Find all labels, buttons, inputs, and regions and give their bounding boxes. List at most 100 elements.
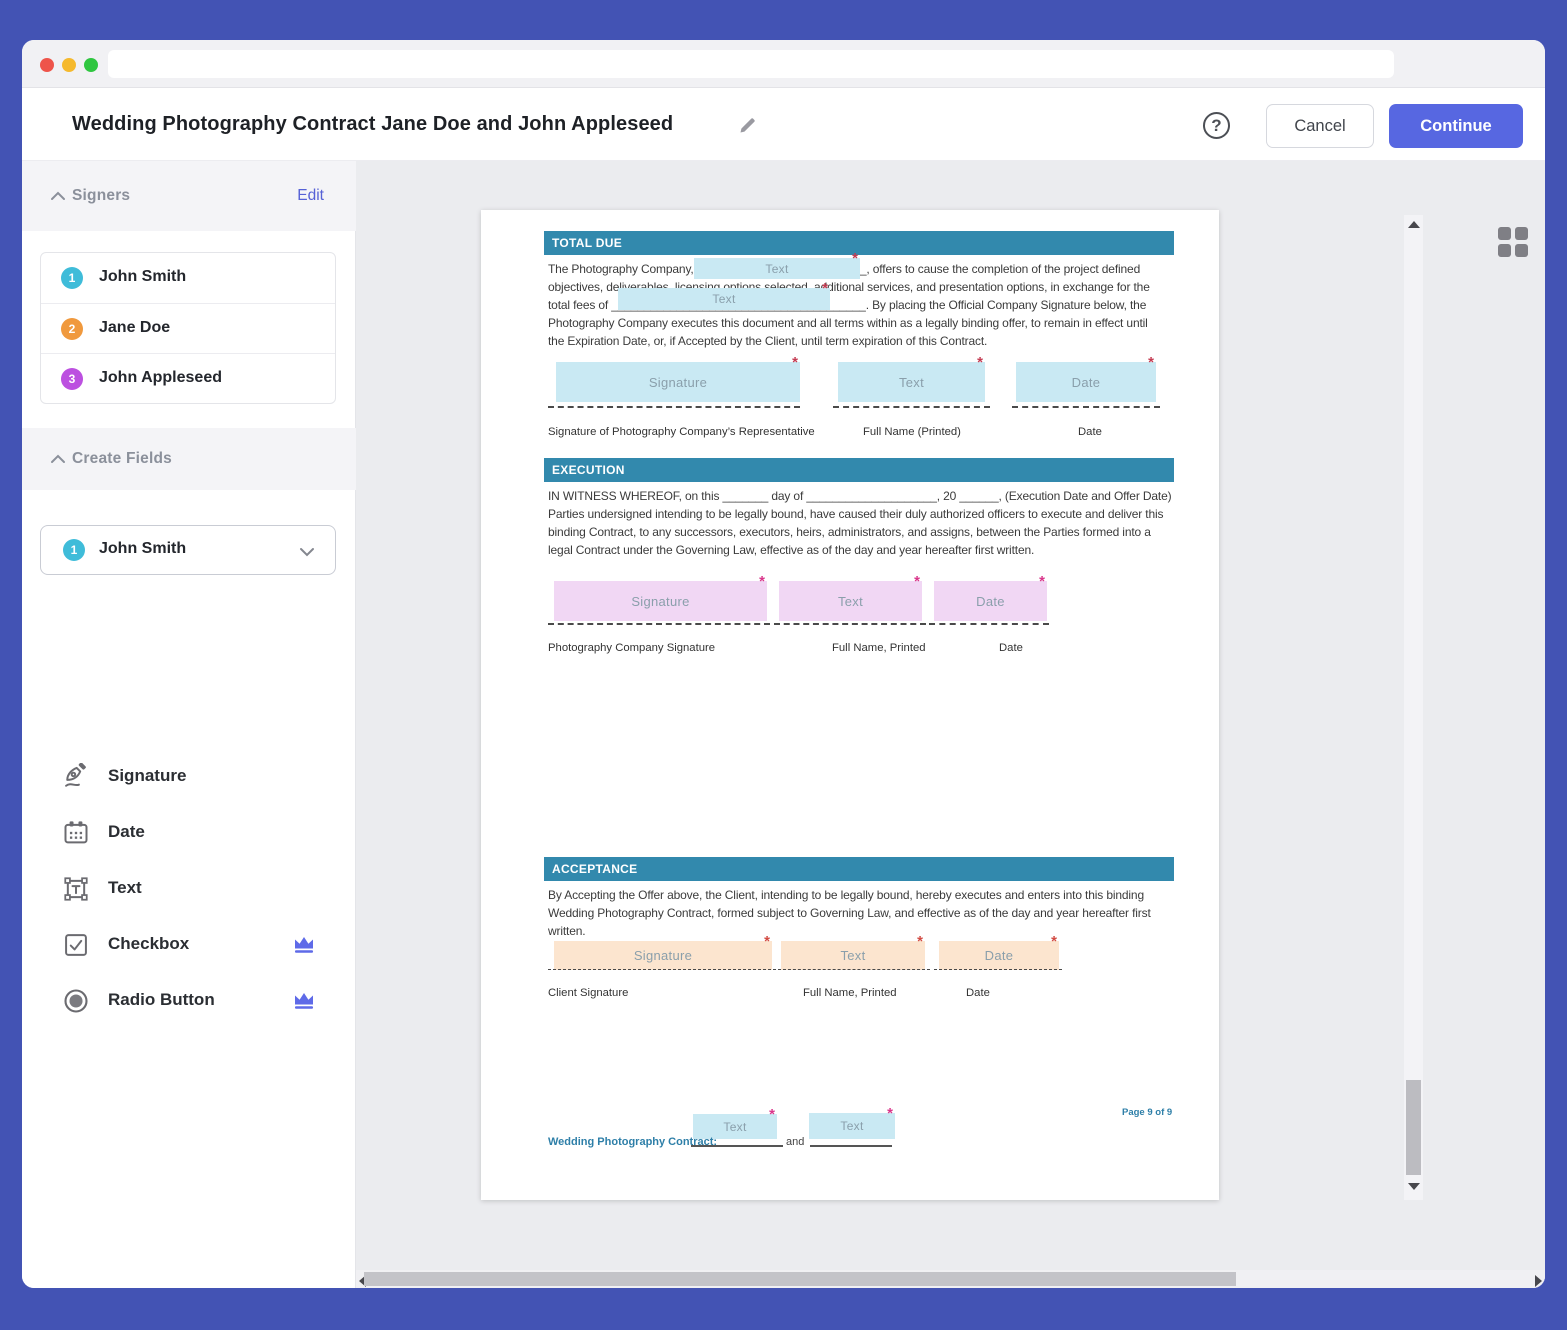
assignee-name: John Smith: [99, 540, 186, 558]
signer-name: John Appleseed: [99, 369, 222, 387]
scroll-up-arrow-icon[interactable]: [1408, 221, 1420, 228]
required-marker: *: [769, 1106, 775, 1123]
signature-line: [833, 406, 990, 408]
required-marker: *: [1039, 573, 1045, 590]
doc-text-line: The Photography Company, _______________…: [548, 262, 1188, 276]
chevron-up-icon: [50, 454, 66, 464]
signer-number-badge: 1: [63, 539, 85, 561]
premium-crown-icon: [292, 933, 316, 957]
scroll-right-arrow-icon[interactable]: [1535, 1275, 1542, 1287]
field-caption: Date: [999, 642, 1023, 654]
signature-field-client[interactable]: Signature *: [554, 941, 772, 970]
footer-blank-line: [691, 1145, 783, 1147]
field-type-signature[interactable]: Signature: [22, 755, 356, 799]
doc-text-line: By Accepting the Offer above, the Client…: [548, 888, 1188, 902]
field-type-label: Radio Button: [108, 990, 215, 1010]
required-marker: *: [822, 280, 828, 297]
thumbnail-view-icon[interactable]: [1498, 227, 1528, 257]
required-marker: *: [1051, 933, 1057, 950]
signer-name: Jane Doe: [99, 319, 170, 337]
signer-number-badge: 1: [61, 267, 83, 289]
premium-crown-icon: [292, 989, 316, 1013]
doc-text-line: binding Contract, to any successors, exe…: [548, 525, 1188, 539]
footer-and-label: and: [786, 1136, 804, 1148]
date-field-company[interactable]: Date *: [1016, 362, 1156, 402]
section-bar-total-due: TOTAL DUE: [544, 231, 1174, 255]
help-icon[interactable]: ?: [1203, 112, 1230, 139]
url-bar[interactable]: [108, 50, 1394, 78]
doc-text-line: Photography Company executes this docume…: [548, 316, 1188, 330]
minimize-window-icon[interactable]: [62, 58, 76, 72]
signature-pen-icon: [62, 763, 90, 791]
field-type-label: Checkbox: [108, 934, 189, 954]
field-type-label: Date: [108, 822, 145, 842]
text-frame-icon: [62, 875, 90, 903]
required-marker: *: [887, 1105, 893, 1122]
horizontal-scrollbar-thumb[interactable]: [364, 1272, 1236, 1286]
required-marker: *: [914, 573, 920, 590]
field-caption: Client Signature: [548, 987, 628, 999]
cancel-button[interactable]: Cancel: [1266, 104, 1374, 148]
field-type-radio-button[interactable]: Radio Button: [22, 979, 356, 1023]
vertical-scrollbar[interactable]: [1404, 215, 1423, 1200]
signer-row-jane-doe[interactable]: 2 Jane Doe: [41, 303, 335, 353]
doc-text-line: Parties undersigned intending to be lega…: [548, 507, 1188, 521]
assignee-dropdown[interactable]: 1 John Smith: [40, 525, 336, 575]
text-field-footer-2[interactable]: Text *: [809, 1113, 895, 1139]
field-type-text[interactable]: Text: [22, 867, 356, 911]
signer-row-john-appleseed[interactable]: 3 John Appleseed: [41, 353, 335, 403]
radio-button-icon: [62, 987, 90, 1015]
field-caption: Full Name (Printed): [863, 426, 961, 438]
signature-line: [1012, 406, 1160, 408]
date-field-client[interactable]: Date *: [939, 941, 1059, 970]
edit-title-pencil-icon[interactable]: [737, 115, 758, 136]
field-type-label: Text: [108, 878, 142, 898]
signers-list: 1 John Smith 2 Jane Doe 3 John Appleseed: [40, 252, 336, 404]
edit-signers-link[interactable]: Edit: [297, 187, 324, 205]
section-bar-acceptance: ACCEPTANCE: [544, 857, 1174, 881]
horizontal-scrollbar[interactable]: [356, 1270, 1545, 1288]
required-marker: *: [792, 354, 798, 371]
signature-line: [548, 623, 770, 625]
signature-line: [778, 969, 930, 970]
text-field-full-name-printed[interactable]: Text *: [838, 362, 985, 402]
page-title: Wedding Photography Contract Jane Doe an…: [72, 88, 673, 161]
chevron-up-icon: [50, 191, 66, 201]
required-marker: *: [759, 573, 765, 590]
continue-button[interactable]: Continue: [1389, 104, 1523, 148]
signature-field-company[interactable]: Signature *: [554, 581, 767, 621]
signature-line: [548, 406, 800, 408]
chevron-down-icon: [299, 547, 315, 557]
signer-number-badge: 3: [61, 368, 83, 390]
close-window-icon[interactable]: [40, 58, 54, 72]
text-field-total-fees[interactable]: Text *: [618, 288, 830, 310]
app-header: Wedding Photography Contract Jane Doe an…: [22, 88, 1545, 161]
section-title: TOTAL DUE: [552, 236, 622, 250]
scroll-down-arrow-icon[interactable]: [1408, 1183, 1420, 1190]
document-canvas: TOTAL DUE The Photography Company, _____…: [356, 161, 1545, 1288]
required-marker: *: [764, 933, 770, 950]
checkbox-icon: [62, 931, 90, 959]
text-field-full-name[interactable]: Text *: [779, 581, 922, 621]
field-type-date[interactable]: Date: [22, 811, 356, 855]
section-title: EXECUTION: [552, 463, 625, 477]
signer-row-john-smith[interactable]: 1 John Smith: [41, 253, 335, 303]
text-field-company-name[interactable]: Text *: [694, 258, 860, 279]
doc-text-line: IN WITNESS WHEREOF, on this _______ day …: [548, 489, 1188, 503]
section-title: ACCEPTANCE: [552, 862, 637, 876]
signature-field-company-rep[interactable]: Signature *: [556, 362, 800, 402]
field-type-checkbox[interactable]: Checkbox: [22, 923, 356, 967]
page-number: Page 9 of 9: [1122, 1107, 1172, 1118]
calendar-icon: [62, 819, 90, 847]
text-field-client-name[interactable]: Text *: [781, 941, 925, 970]
footer-blank-line: [810, 1145, 892, 1147]
signers-title: Signers: [72, 187, 130, 205]
zoom-window-icon[interactable]: [84, 58, 98, 72]
signers-section-header[interactable]: Signers Edit: [22, 161, 356, 231]
date-field-execution[interactable]: Date *: [934, 581, 1047, 621]
create-fields-title: Create Fields: [72, 450, 172, 468]
vertical-scrollbar-thumb[interactable]: [1406, 1080, 1421, 1175]
signature-line: [934, 969, 1062, 970]
create-fields-section-header[interactable]: Create Fields: [22, 428, 356, 490]
document-page: TOTAL DUE The Photography Company, _____…: [481, 210, 1219, 1200]
